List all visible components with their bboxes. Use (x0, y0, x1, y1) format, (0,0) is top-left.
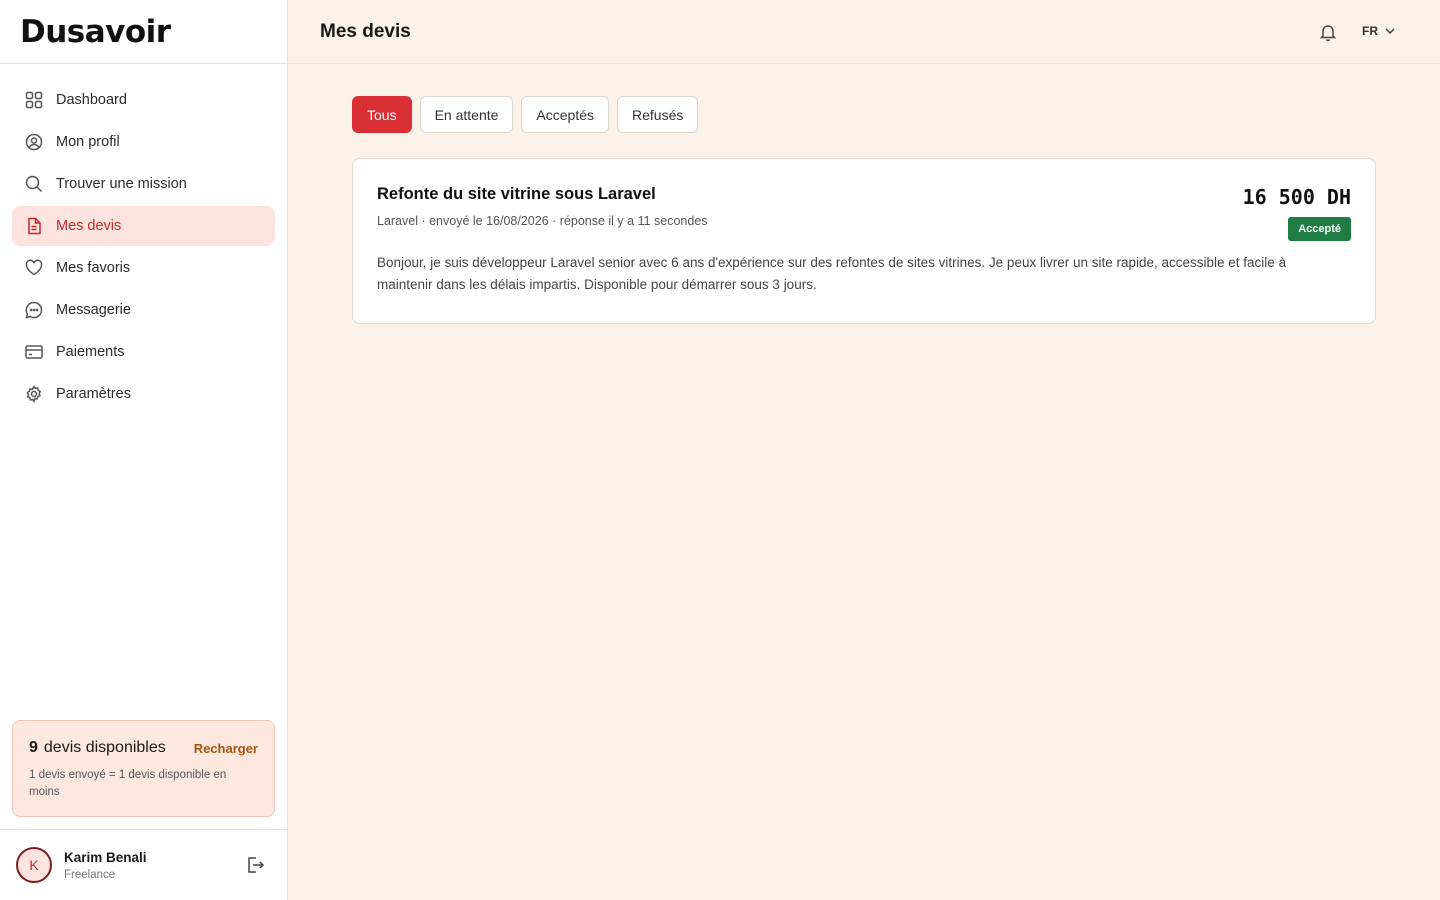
credits-panel: 9 devis disponibles Recharger 1 devis env… (12, 720, 275, 817)
sidebar-item-mes-devis[interactable]: Mes devis (12, 206, 275, 246)
quote-message: Bonjour, je suis développeur Laravel sen… (377, 255, 1287, 292)
credits-label: devis disponibles (43, 739, 166, 756)
sidebar-item-label: Paiements (56, 344, 125, 360)
sidebar: Dusavoir Dashboard Mon profil Trouver un… (0, 0, 288, 900)
quote-card[interactable]: Refonte du site vitrine sous Laravel Lar… (352, 158, 1376, 324)
credits-count: 9 devis disponibles (29, 739, 166, 757)
chevron-down-icon (1384, 25, 1396, 37)
tab-refuses[interactable]: Refusés (617, 96, 699, 133)
sidebar-item-label: Mes favoris (56, 260, 131, 276)
tab-tous[interactable]: Tous (352, 96, 412, 133)
sidebar-item-mon-profil[interactable]: Mon profil (12, 122, 275, 162)
search-icon (24, 174, 44, 194)
sidebar-item-label: Messagerie (56, 302, 131, 318)
status-badge: Accepté (1288, 217, 1351, 241)
language-selector[interactable]: FR (1362, 24, 1396, 38)
status-tabs: Tous En attente Acceptés Refusés (352, 96, 706, 133)
document-icon (24, 216, 44, 236)
sidebar-item-paiements[interactable]: Paiements (12, 332, 275, 372)
sidebar-item-label: Trouver une mission (56, 176, 187, 192)
recharge-link[interactable]: Recharger (194, 741, 258, 756)
gear-icon (24, 384, 44, 404)
sidebar-item-mes-favoris[interactable]: Mes favoris (12, 248, 275, 288)
top-header: Mes devis FR (288, 0, 1440, 64)
language-label: FR (1362, 24, 1378, 38)
user-role: Freelance (64, 868, 116, 881)
sidebar-item-dashboard[interactable]: Dashboard (12, 80, 275, 120)
sidebar-item-messagerie[interactable]: Messagerie (12, 290, 275, 330)
sidebar-item-trouver-une-mission[interactable]: Trouver une mission (12, 164, 275, 204)
grid-icon (24, 90, 44, 110)
quote-title: Refonte du site vitrine sous Laravel (377, 185, 656, 203)
credits-note: 1 devis envoyé = 1 devis disponible en m… (29, 769, 227, 798)
quote-amount: 16 500 DH (1242, 185, 1351, 209)
chat-icon (24, 300, 44, 320)
sidebar-item-label: Dashboard (56, 92, 127, 108)
tab-acceptes[interactable]: Acceptés (521, 96, 609, 133)
heart-icon (24, 258, 44, 278)
avatar[interactable]: K (16, 847, 52, 883)
logout-icon[interactable] (245, 855, 265, 875)
sidebar-nav: Dashboard Mon profil Trouver une mission (0, 64, 287, 414)
user-name: Karim Benali (64, 849, 147, 865)
credits-number: 9 (29, 739, 38, 756)
user-panel: K Karim Benali Freelance (0, 829, 287, 900)
credit-card-icon (24, 342, 44, 362)
bell-icon[interactable] (1318, 22, 1338, 42)
quote-meta: Laravel · envoyé le 16/08/2026 · réponse… (377, 214, 708, 228)
sidebar-item-parametres[interactable]: Paramètres (12, 374, 275, 414)
logo-row: Dusavoir (0, 0, 287, 64)
tab-en-attente[interactable]: En attente (419, 96, 514, 133)
user-circle-icon (24, 132, 44, 152)
sidebar-item-label: Paramètres (56, 386, 131, 402)
app-logo[interactable]: Dusavoir (20, 14, 171, 50)
sidebar-item-label: Mes devis (56, 218, 122, 234)
sidebar-item-label: Mon profil (56, 134, 120, 150)
page-title: Mes devis (320, 20, 411, 42)
